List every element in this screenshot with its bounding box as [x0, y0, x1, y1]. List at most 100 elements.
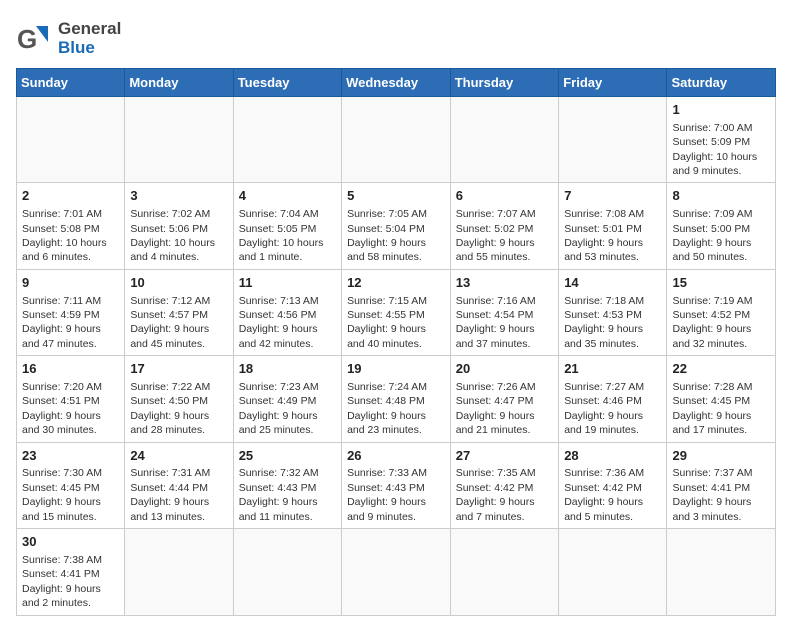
day-info: Sunrise: 7:27 AM Sunset: 4:46 PM Dayligh…: [564, 380, 661, 438]
calendar-cell: 16 Sunrise: 7:20 AM Sunset: 4:51 PM Dayli…: [17, 356, 125, 442]
day-number: 16: [22, 360, 119, 378]
day-number: 2: [22, 187, 119, 205]
day-number: 21: [564, 360, 661, 378]
day-number: 15: [672, 274, 770, 292]
day-number: 5: [347, 187, 445, 205]
day-number: 28: [564, 447, 661, 465]
day-info: Sunrise: 7:08 AM Sunset: 5:01 PM Dayligh…: [564, 207, 661, 265]
calendar-cell: 5 Sunrise: 7:05 AM Sunset: 5:04 PM Daylig…: [342, 183, 451, 269]
day-number: 12: [347, 274, 445, 292]
day-info: Sunrise: 7:32 AM Sunset: 4:43 PM Dayligh…: [239, 466, 336, 524]
day-number: 26: [347, 447, 445, 465]
header: G General Blue: [16, 16, 776, 58]
calendar-cell: 28Sunrise: 7:36 AM Sunset: 4:42 PM Dayli…: [559, 442, 667, 528]
day-info: Sunrise: 7:36 AM Sunset: 4:42 PM Dayligh…: [564, 466, 661, 524]
day-number: 20: [456, 360, 553, 378]
calendar-week-4: 23Sunrise: 7:30 AM Sunset: 4:45 PM Dayli…: [17, 442, 776, 528]
day-info: Sunrise: 7:20 AM Sunset: 4:51 PM Dayligh…: [22, 380, 119, 438]
day-info: Sunrise: 7:16 AM Sunset: 4:54 PM Dayligh…: [456, 294, 553, 352]
calendar-cell: 18Sunrise: 7:23 AM Sunset: 4:49 PM Dayli…: [233, 356, 341, 442]
day-info: Sunrise: 7:00 AM Sunset: 5:09 PM Dayligh…: [672, 121, 770, 179]
day-info: Sunrise: 7:11 AM Sunset: 4:59 PM Dayligh…: [22, 294, 119, 352]
day-number: 24: [130, 447, 227, 465]
calendar-cell: [559, 97, 667, 183]
calendar-cell: 21 Sunrise: 7:27 AM Sunset: 4:46 PM Dayli…: [559, 356, 667, 442]
day-number: 1: [672, 101, 770, 119]
calendar-week-1: 2 Sunrise: 7:01 AM Sunset: 5:08 PM Daylig…: [17, 183, 776, 269]
day-number: 9: [22, 274, 119, 292]
day-info: Sunrise: 7:24 AM Sunset: 4:48 PM Dayligh…: [347, 380, 445, 438]
calendar-cell: 10Sunrise: 7:12 AM Sunset: 4:57 PM Dayli…: [125, 269, 233, 355]
calendar-header-row: SundayMondayTuesdayWednesdayThursdayFrid…: [17, 69, 776, 97]
weekday-header-monday: Monday: [125, 69, 233, 97]
weekday-header-thursday: Thursday: [450, 69, 558, 97]
day-number: 30: [22, 533, 119, 551]
calendar-cell: 1 Sunrise: 7:00 AM Sunset: 5:09 PM Daylig…: [667, 97, 776, 183]
day-number: 8: [672, 187, 770, 205]
calendar-cell: 19 Sunrise: 7:24 AM Sunset: 4:48 PM Dayli…: [342, 356, 451, 442]
logo: G General Blue: [16, 20, 121, 58]
calendar-cell: 6 Sunrise: 7:07 AM Sunset: 5:02 PM Daylig…: [450, 183, 558, 269]
day-number: 27: [456, 447, 553, 465]
calendar-cell: 15 Sunrise: 7:19 AM Sunset: 4:52 PM Dayli…: [667, 269, 776, 355]
day-number: 14: [564, 274, 661, 292]
day-number: 17: [130, 360, 227, 378]
calendar-cell: 29Sunrise: 7:37 AM Sunset: 4:41 PM Dayli…: [667, 442, 776, 528]
day-info: Sunrise: 7:07 AM Sunset: 5:02 PM Dayligh…: [456, 207, 553, 265]
calendar-cell: 26Sunrise: 7:33 AM Sunset: 4:43 PM Dayli…: [342, 442, 451, 528]
calendar-cell: 24Sunrise: 7:31 AM Sunset: 4:44 PM Dayli…: [125, 442, 233, 528]
day-number: 18: [239, 360, 336, 378]
day-number: 22: [672, 360, 770, 378]
day-info: Sunrise: 7:31 AM Sunset: 4:44 PM Dayligh…: [130, 466, 227, 524]
calendar-cell: 14 Sunrise: 7:18 AM Sunset: 4:53 PM Dayli…: [559, 269, 667, 355]
calendar-cell: [125, 529, 233, 615]
calendar-cell: [342, 97, 451, 183]
weekday-header-sunday: Sunday: [17, 69, 125, 97]
day-info: Sunrise: 7:04 AM Sunset: 5:05 PM Dayligh…: [239, 207, 336, 265]
calendar-cell: [125, 97, 233, 183]
day-info: Sunrise: 7:19 AM Sunset: 4:52 PM Dayligh…: [672, 294, 770, 352]
day-info: Sunrise: 7:18 AM Sunset: 4:53 PM Dayligh…: [564, 294, 661, 352]
weekday-header-friday: Friday: [559, 69, 667, 97]
calendar-cell: 9 Sunrise: 7:11 AM Sunset: 4:59 PM Daylig…: [17, 269, 125, 355]
calendar-cell: 11 Sunrise: 7:13 AM Sunset: 4:56 PM Dayli…: [233, 269, 341, 355]
svg-text:G: G: [17, 24, 37, 54]
day-number: 10: [130, 274, 227, 292]
day-info: Sunrise: 7:01 AM Sunset: 5:08 PM Dayligh…: [22, 207, 119, 265]
calendar-cell: 20Sunrise: 7:26 AM Sunset: 4:47 PM Dayli…: [450, 356, 558, 442]
calendar-cell: 23Sunrise: 7:30 AM Sunset: 4:45 PM Dayli…: [17, 442, 125, 528]
calendar-cell: [233, 97, 341, 183]
day-info: Sunrise: 7:05 AM Sunset: 5:04 PM Dayligh…: [347, 207, 445, 265]
day-number: 7: [564, 187, 661, 205]
calendar-cell: [17, 97, 125, 183]
calendar-cell: 12Sunrise: 7:15 AM Sunset: 4:55 PM Dayli…: [342, 269, 451, 355]
calendar-week-0: 1 Sunrise: 7:00 AM Sunset: 5:09 PM Daylig…: [17, 97, 776, 183]
day-info: Sunrise: 7:22 AM Sunset: 4:50 PM Dayligh…: [130, 380, 227, 438]
day-number: 6: [456, 187, 553, 205]
calendar-cell: 17 Sunrise: 7:22 AM Sunset: 4:50 PM Dayli…: [125, 356, 233, 442]
day-info: Sunrise: 7:35 AM Sunset: 4:42 PM Dayligh…: [456, 466, 553, 524]
calendar-cell: [233, 529, 341, 615]
calendar-week-5: 30 Sunrise: 7:38 AM Sunset: 4:41 PM Dayli…: [17, 529, 776, 615]
day-number: 13: [456, 274, 553, 292]
calendar-cell: [559, 529, 667, 615]
day-info: Sunrise: 7:30 AM Sunset: 4:45 PM Dayligh…: [22, 466, 119, 524]
calendar-cell: [450, 97, 558, 183]
day-info: Sunrise: 7:02 AM Sunset: 5:06 PM Dayligh…: [130, 207, 227, 265]
day-number: 29: [672, 447, 770, 465]
weekday-header-saturday: Saturday: [667, 69, 776, 97]
calendar-week-3: 16 Sunrise: 7:20 AM Sunset: 4:51 PM Dayli…: [17, 356, 776, 442]
day-number: 25: [239, 447, 336, 465]
day-info: Sunrise: 7:37 AM Sunset: 4:41 PM Dayligh…: [672, 466, 770, 524]
day-info: Sunrise: 7:38 AM Sunset: 4:41 PM Dayligh…: [22, 553, 119, 611]
calendar: SundayMondayTuesdayWednesdayThursdayFrid…: [16, 68, 776, 616]
calendar-cell: [667, 529, 776, 615]
day-info: Sunrise: 7:13 AM Sunset: 4:56 PM Dayligh…: [239, 294, 336, 352]
day-info: Sunrise: 7:09 AM Sunset: 5:00 PM Dayligh…: [672, 207, 770, 265]
day-number: 11: [239, 274, 336, 292]
calendar-cell: 4Sunrise: 7:04 AM Sunset: 5:05 PM Daylig…: [233, 183, 341, 269]
day-number: 19: [347, 360, 445, 378]
logo-general: General: [58, 20, 121, 39]
day-info: Sunrise: 7:28 AM Sunset: 4:45 PM Dayligh…: [672, 380, 770, 438]
calendar-cell: 7 Sunrise: 7:08 AM Sunset: 5:01 PM Daylig…: [559, 183, 667, 269]
